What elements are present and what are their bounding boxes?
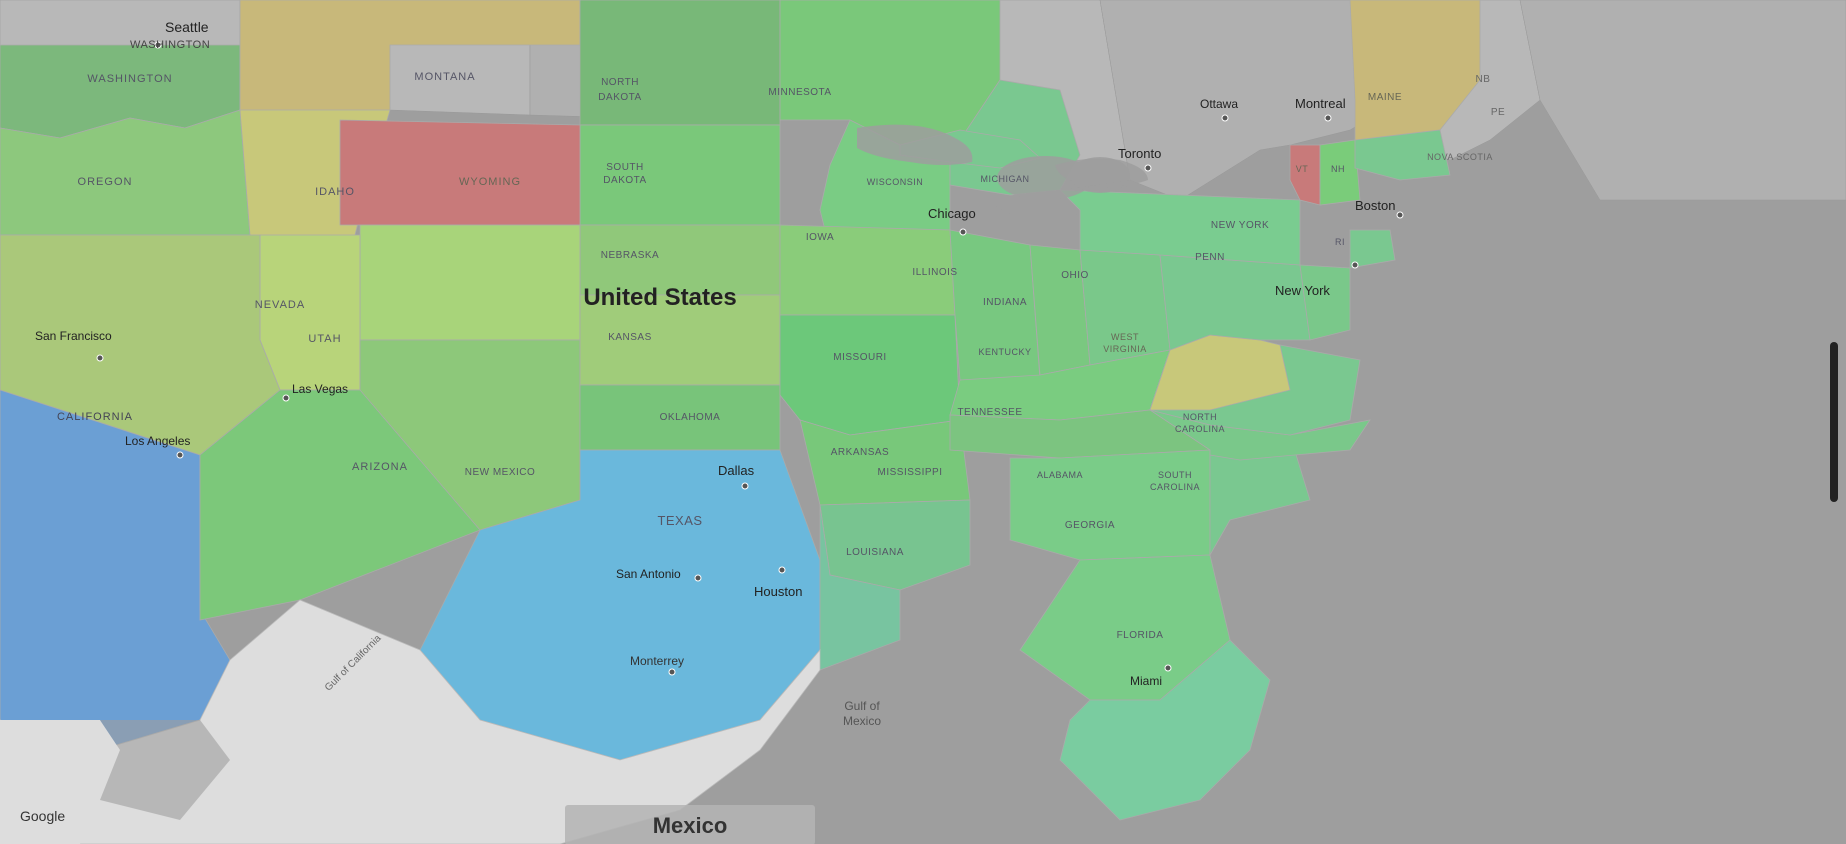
svg-text:NORTH: NORTH: [601, 77, 639, 88]
svg-text:KANSAS: KANSAS: [608, 332, 652, 343]
svg-text:PE: PE: [1491, 107, 1505, 118]
svg-text:Miami: Miami: [1130, 674, 1162, 688]
svg-text:CAROLINA: CAROLINA: [1150, 482, 1200, 492]
svg-text:SOUTH: SOUTH: [1158, 470, 1192, 480]
svg-text:ALABAMA: ALABAMA: [1037, 470, 1083, 480]
map-container: WASHINGTON OREGON CALIFORNIA NEVADA IDAH…: [0, 0, 1846, 844]
svg-text:WASHINGTON: WASHINGTON: [87, 73, 172, 85]
svg-text:MINNESOTA: MINNESOTA: [768, 87, 831, 98]
svg-text:LOUISIANA: LOUISIANA: [846, 547, 904, 558]
svg-text:Gulf of: Gulf of: [844, 699, 880, 713]
svg-text:GEORGIA: GEORGIA: [1065, 520, 1115, 531]
svg-text:IOWA: IOWA: [806, 232, 834, 243]
svg-text:CALIFORNIA: CALIFORNIA: [57, 411, 133, 423]
svg-text:PENN: PENN: [1195, 252, 1225, 263]
svg-text:NB: NB: [1476, 74, 1491, 85]
svg-text:FLORIDA: FLORIDA: [1117, 630, 1164, 641]
svg-text:WISCONSIN: WISCONSIN: [867, 177, 924, 187]
svg-text:OHIO: OHIO: [1061, 270, 1089, 281]
svg-text:Toronto: Toronto: [1118, 146, 1161, 161]
svg-text:ARKANSAS: ARKANSAS: [831, 447, 889, 458]
svg-text:NOVA SCOTIA: NOVA SCOTIA: [1427, 152, 1493, 162]
svg-text:VIRGINIA: VIRGINIA: [1103, 344, 1147, 354]
svg-text:Ottawa: Ottawa: [1200, 97, 1238, 111]
svg-text:TEXAS: TEXAS: [657, 513, 702, 528]
svg-text:WEST: WEST: [1111, 332, 1139, 342]
svg-text:Mexico: Mexico: [653, 813, 728, 838]
svg-text:CAROLINA: CAROLINA: [1175, 424, 1225, 434]
svg-text:Chicago: Chicago: [928, 206, 976, 221]
svg-text:VT: VT: [1296, 164, 1309, 174]
svg-text:MICHIGAN: MICHIGAN: [981, 174, 1030, 184]
svg-text:RI: RI: [1335, 237, 1345, 247]
svg-text:TENNESSEE: TENNESSEE: [957, 407, 1022, 418]
svg-text:Las Vegas: Las Vegas: [292, 382, 348, 396]
google-watermark: Google: [20, 808, 65, 824]
svg-text:ARIZONA: ARIZONA: [352, 461, 408, 473]
svg-text:Monterrey: Monterrey: [630, 654, 684, 668]
svg-text:Boston: Boston: [1355, 198, 1395, 213]
svg-text:Montreal: Montreal: [1295, 96, 1346, 111]
svg-text:DAKOTA: DAKOTA: [598, 92, 641, 103]
svg-text:NH: NH: [1331, 164, 1345, 174]
svg-text:DAKOTA: DAKOTA: [603, 175, 646, 186]
svg-text:NEVADA: NEVADA: [255, 299, 305, 311]
svg-text:Los Angeles: Los Angeles: [125, 434, 190, 448]
svg-text:San Antonio: San Antonio: [616, 567, 681, 581]
svg-text:San Francisco: San Francisco: [35, 329, 112, 343]
svg-text:ILLINOIS: ILLINOIS: [912, 267, 957, 278]
svg-text:IDAHO: IDAHO: [315, 186, 355, 198]
svg-text:MONTANA: MONTANA: [414, 71, 475, 83]
svg-text:MISSOURI: MISSOURI: [833, 352, 886, 363]
svg-text:UTAH: UTAH: [308, 333, 341, 345]
svg-text:WASHINGTON: WASHINGTON: [130, 39, 210, 51]
svg-text:WYOMING: WYOMING: [459, 176, 521, 188]
svg-text:MAINE: MAINE: [1368, 92, 1402, 103]
svg-text:NEBRASKA: NEBRASKA: [601, 250, 659, 261]
svg-text:SOUTH: SOUTH: [606, 162, 644, 173]
svg-text:KENTUCKY: KENTUCKY: [978, 347, 1031, 357]
svg-text:NEW MEXICO: NEW MEXICO: [465, 467, 536, 478]
svg-text:OREGON: OREGON: [78, 176, 133, 188]
map-svg[interactable]: WASHINGTON OREGON CALIFORNIA NEVADA IDAH…: [0, 0, 1846, 844]
svg-text:NEW YORK: NEW YORK: [1211, 220, 1269, 231]
svg-text:NORTH: NORTH: [1183, 412, 1217, 422]
svg-text:INDIANA: INDIANA: [983, 297, 1027, 308]
svg-text:OKLAHOMA: OKLAHOMA: [660, 412, 721, 423]
svg-text:Seattle: Seattle: [165, 19, 209, 35]
svg-text:Dallas: Dallas: [718, 463, 755, 478]
svg-text:Mexico: Mexico: [843, 714, 881, 728]
scrollbar-track[interactable]: [1830, 342, 1838, 502]
svg-text:MISSISSIPPI: MISSISSIPPI: [878, 467, 943, 478]
svg-text:United States: United States: [583, 284, 736, 311]
svg-text:New York: New York: [1275, 283, 1330, 298]
svg-text:Houston: Houston: [754, 584, 802, 599]
